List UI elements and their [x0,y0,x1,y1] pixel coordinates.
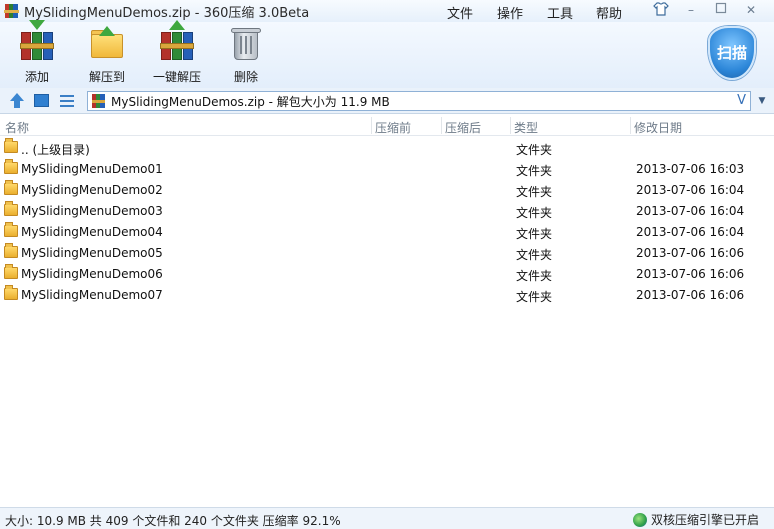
folder-icon [4,159,18,174]
list-item[interactable]: MySlidingMenuDemo05 文件夹 2013-07-06 16:06 [0,243,774,264]
file-type: 文件夹 [516,269,553,283]
one-click-extract-button[interactable]: 一键解压 [147,20,207,86]
file-type: 文件夹 [516,227,553,241]
col-type[interactable]: 类型 [514,119,538,136]
folder-icon [4,138,18,153]
delete-icon [228,26,264,62]
one-click-extract-icon [159,20,195,62]
file-modified: 2013-07-06 16:06 [636,267,745,281]
folder-icon [4,264,18,279]
col-divider[interactable] [441,117,442,134]
dual-core-engine-icon [633,512,647,527]
add-button[interactable]: 添加 [7,20,67,86]
file-name: .. (上级目录) [21,143,90,157]
folder-icon [4,201,18,216]
file-name: MySlidingMenuDemo01 [21,162,163,176]
extract-to-label: 解压到 [88,70,125,84]
list-item[interactable]: MySlidingMenuDemo06 文件夹 2013-07-06 16:06 [0,264,774,285]
chevron-down-icon[interactable]: ▼ [754,93,770,109]
address-v-icon[interactable]: V [737,93,746,108]
extract-to-button[interactable]: 解压到 [77,26,137,86]
file-name: MySlidingMenuDemo06 [21,267,163,281]
file-list: .. (上级目录) 文件夹 MySlidingMenuDemo01 文件夹 20… [0,137,774,503]
archive-icon [92,94,106,108]
window-title: MySlidingMenuDemos.zip - 360压缩 3.0Beta [24,5,310,21]
col-divider[interactable] [630,117,631,134]
folder-icon [4,243,18,258]
list-item[interactable]: MySlidingMenuDemo01 文件夹 2013-07-06 16:03 [0,159,774,180]
file-type: 文件夹 [516,185,553,199]
list-item-parent[interactable]: .. (上级目录) 文件夹 [0,138,774,159]
file-modified: 2013-07-06 16:04 [636,204,745,218]
file-type: 文件夹 [516,290,553,304]
folder-icon [4,180,18,195]
engine-status[interactable]: 双核压缩引擎已开启 [633,511,759,528]
folder-icon [4,222,18,237]
close-icon[interactable]: ✕ [742,2,760,18]
file-name: MySlidingMenuDemo03 [21,204,163,218]
file-modified: 2013-07-06 16:06 [636,246,745,260]
file-modified: 2013-07-06 16:03 [636,162,745,176]
list-view-icon[interactable] [60,95,76,111]
large-icon-view-icon[interactable] [34,94,49,107]
status-summary: 大小: 10.9 MB 共 409 个文件和 240 个文件夹 压缩率 92.1… [5,514,341,528]
file-name: MySlidingMenuDemo05 [21,246,163,260]
column-header: 名称 压缩前 压缩后 类型 修改日期 [0,115,774,136]
col-modified[interactable]: 修改日期 [634,119,682,136]
engine-status-label: 双核压缩引擎已开启 [651,513,760,527]
maximize-icon[interactable] [712,2,730,18]
col-original-size[interactable]: 压缩前 [375,119,411,136]
minimize-icon[interactable]: – [682,2,700,18]
file-modified: 2013-07-06 16:04 [636,183,745,197]
list-item[interactable]: MySlidingMenuDemo03 文件夹 2013-07-06 16:04 [0,201,774,222]
add-archive-icon [19,20,55,62]
one-click-extract-label: 一键解压 [152,70,201,84]
file-type: 文件夹 [516,206,553,220]
folder-icon [4,285,18,300]
file-name: MySlidingMenuDemo07 [21,288,163,302]
col-compressed-size[interactable]: 压缩后 [445,119,481,136]
menu-operation[interactable]: 操作 [497,3,523,22]
address-field[interactable]: MySlidingMenuDemos.zip - 解包大小为 11.9 MB V [87,91,751,111]
file-name: MySlidingMenuDemo02 [21,183,163,197]
col-name[interactable]: 名称 [5,119,29,136]
skin-icon[interactable] [652,2,670,18]
menu-help[interactable]: 帮助 [596,3,622,22]
list-item[interactable]: MySlidingMenuDemo04 文件夹 2013-07-06 16:04 [0,222,774,243]
extract-to-icon [89,26,125,62]
app-logo-icon [4,3,20,19]
file-name: MySlidingMenuDemo04 [21,225,163,239]
scan-button[interactable]: 扫描 [704,24,760,86]
menu-tools[interactable]: 工具 [547,3,573,22]
status-bar: 大小: 10.9 MB 共 409 个文件和 240 个文件夹 压缩率 92.1… [0,507,774,529]
col-divider[interactable] [371,117,372,134]
add-label: 添加 [24,70,49,84]
file-type: 文件夹 [516,164,553,178]
delete-label: 删除 [233,70,258,84]
up-folder-icon[interactable] [9,93,25,109]
address-path: MySlidingMenuDemos.zip - 解包大小为 11.9 MB [111,94,390,109]
file-modified: 2013-07-06 16:04 [636,225,745,239]
col-divider[interactable] [510,117,511,134]
list-item[interactable]: MySlidingMenuDemo07 文件夹 2013-07-06 16:06 [0,285,774,306]
scan-label: 扫描 [716,44,747,62]
file-type: 文件夹 [516,143,553,157]
file-type: 文件夹 [516,248,553,262]
menu-file[interactable]: 文件 [447,3,473,22]
delete-button[interactable]: 删除 [216,26,276,86]
file-modified: 2013-07-06 16:06 [636,288,745,302]
list-item[interactable]: MySlidingMenuDemo02 文件夹 2013-07-06 16:04 [0,180,774,201]
